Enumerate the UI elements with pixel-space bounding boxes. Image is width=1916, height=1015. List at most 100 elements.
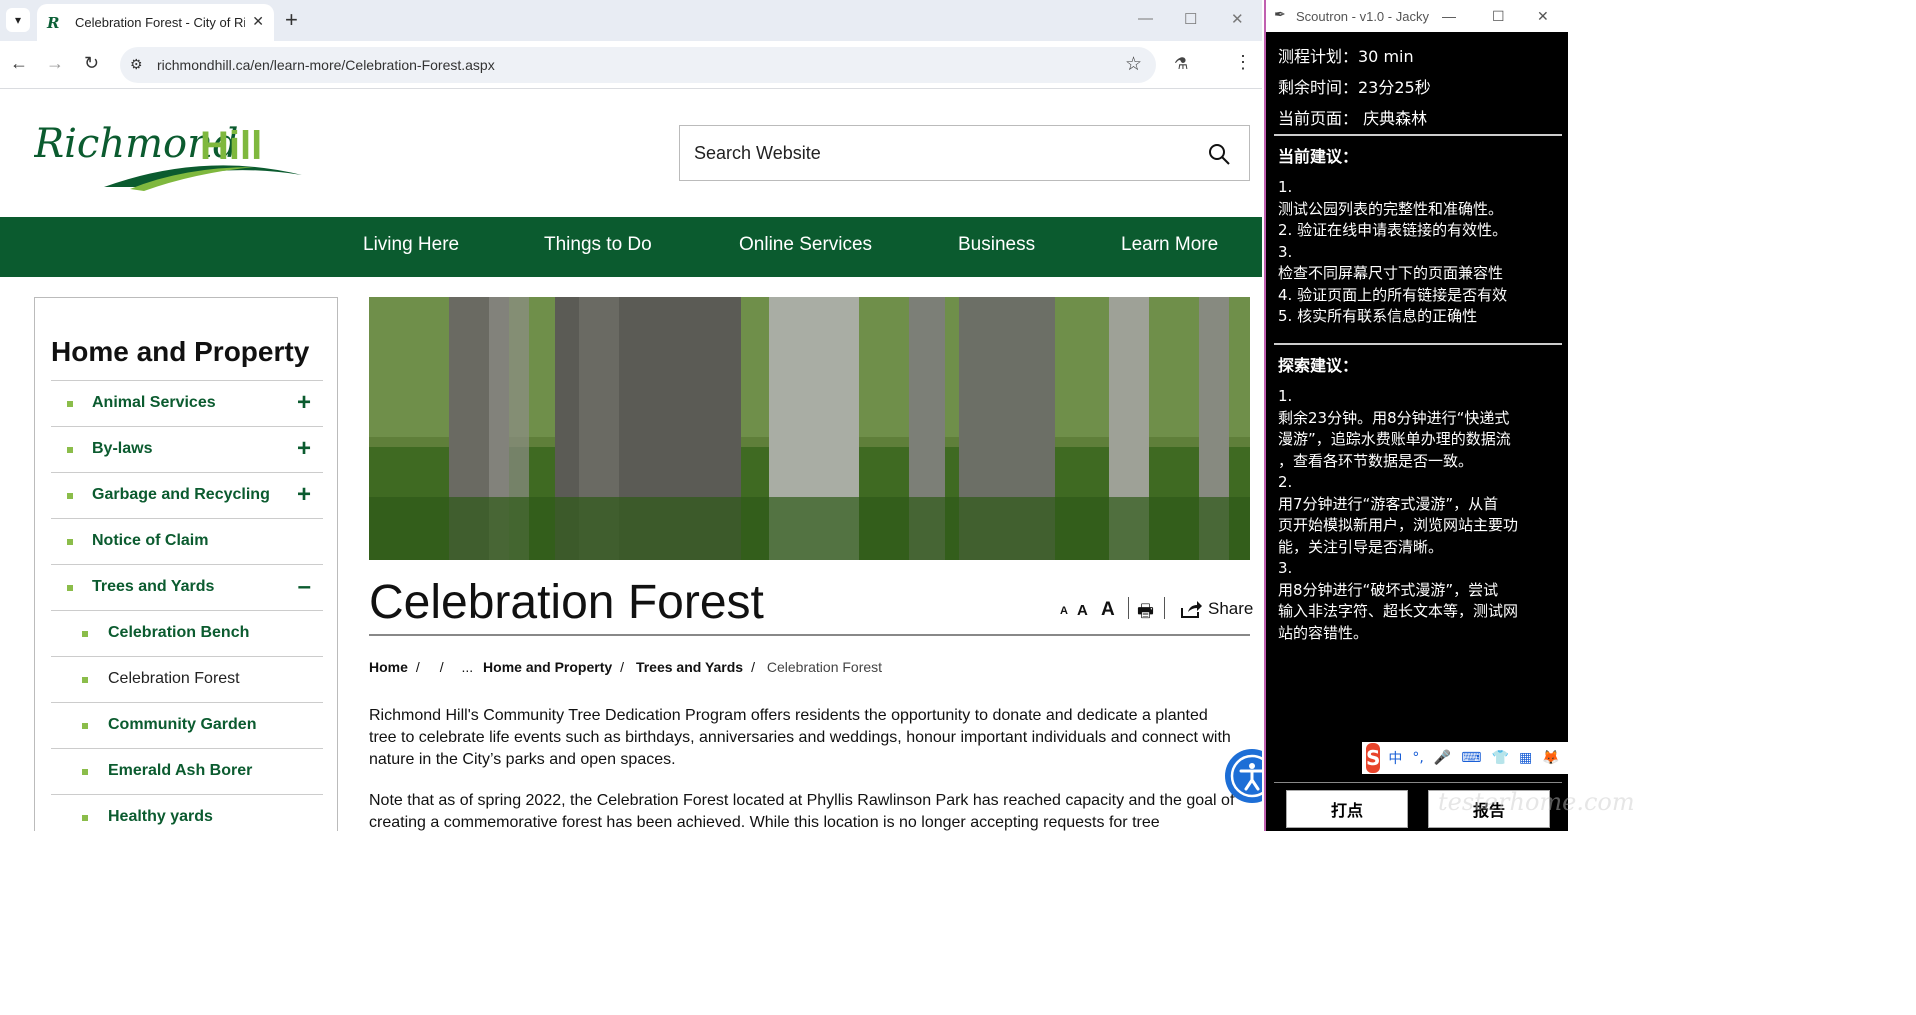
sogou-logo-icon[interactable]: S	[1366, 743, 1381, 773]
suggestion-line: 3.	[1278, 242, 1293, 261]
close-tab-icon[interactable]: ✕	[252, 13, 264, 30]
feather-icon: ✒	[1274, 6, 1286, 22]
forward-icon[interactable]: →	[46, 53, 64, 74]
sidebar-subitem-label[interactable]: Emerald Ash Borer	[108, 762, 252, 780]
maximize-button[interactable]: ☐	[1184, 10, 1197, 28]
sidebar-item-label[interactable]: Trees and Yards	[92, 578, 214, 596]
suggestion-line: 4. 验证页面上的所有链接是否有效	[1278, 285, 1508, 304]
nav-things-to-do[interactable]: Things to Do	[544, 234, 652, 256]
minimize-button[interactable]: —	[1138, 10, 1153, 27]
expand-icon[interactable]: +	[297, 481, 311, 509]
sidebar-subitem-label[interactable]: Community Garden	[108, 716, 256, 734]
nav-living-here[interactable]: Living Here	[363, 234, 459, 256]
test-plan: 测程计划：30 min	[1278, 47, 1414, 66]
nav-online-services[interactable]: Online Services	[739, 234, 872, 256]
breadcrumb-home[interactable]: Home	[369, 659, 408, 675]
keyboard-icon[interactable]: ⌨	[1461, 750, 1481, 766]
bullet	[67, 585, 73, 591]
sidebar-item-trees-and-yards[interactable]: Trees and Yards –	[51, 564, 323, 610]
bookmark-star-icon[interactable]: ☆	[1125, 53, 1142, 76]
breadcrumb-home-and-property[interactable]: Home and Property	[483, 659, 612, 675]
expand-icon[interactable]: +	[297, 435, 311, 463]
mascot-icon[interactable]: 🦊	[1542, 750, 1559, 766]
bullet	[67, 447, 73, 453]
collapse-icon[interactable]: –	[298, 573, 311, 601]
sidebar-item-animal-services[interactable]: Animal Services +	[51, 380, 323, 426]
sidebar-subitem-label-current[interactable]: Celebration Forest	[108, 670, 240, 688]
close-window-button[interactable]: ✕	[1231, 10, 1244, 28]
sidebar-item-label[interactable]: Garbage and Recycling	[92, 486, 270, 504]
text-size-small-button[interactable]: A	[1060, 605, 1068, 617]
text-size-large-button[interactable]: A	[1101, 599, 1115, 621]
grid-icon[interactable]: ▦	[1519, 750, 1532, 766]
print-icon[interactable]: 🖶	[1137, 599, 1154, 629]
active-tab[interactable]: R Celebration Forest - City of Richmond …	[37, 4, 274, 41]
explore-line: 3.	[1278, 559, 1293, 577]
bullet	[82, 677, 88, 683]
microphone-icon[interactable]: 🎤	[1434, 750, 1451, 766]
reload-icon[interactable]: ↻	[84, 53, 99, 74]
address-bar[interactable]: ⚙ richmondhill.ca/en/learn-more/Celebrat…	[120, 47, 1156, 83]
explore-line: 用8分钟进行“破坏式漫游”，尝试	[1278, 580, 1499, 599]
sidebar-item-label[interactable]: Animal Services	[92, 394, 216, 412]
remaining-time: 剩余时间：23分25秒	[1278, 78, 1431, 97]
richmond-hill-logo[interactable]: Richmond Hill	[33, 111, 304, 191]
divider	[1164, 597, 1165, 619]
suggestion-line: 1.	[1278, 178, 1293, 196]
scoutron-panel: ✒ Scoutron - v1.0 - Jacky — ☐ ✕ 测程计划：30 …	[1264, 0, 1568, 831]
divider	[1274, 134, 1562, 136]
bullet	[67, 401, 73, 407]
back-icon[interactable]: ←	[10, 53, 28, 74]
share-button[interactable]: Share	[1180, 599, 1253, 619]
explore-line: 2.	[1278, 473, 1293, 491]
ime-punctuation-icon[interactable]: °,	[1412, 750, 1423, 766]
mark-button[interactable]: 打点	[1286, 790, 1408, 828]
menu-kebab-icon[interactable]: ⋮	[1234, 52, 1252, 73]
ime-chinese-mode[interactable]: 中	[1388, 748, 1402, 768]
address-toolbar: ← → ↻ ⚙ richmondhill.ca/en/learn-more/Ce…	[0, 41, 1262, 89]
sidebar-subitem-celebration-forest[interactable]: Celebration Forest	[51, 656, 323, 702]
explore-suggestions-heading: 探索建议：	[1278, 356, 1359, 375]
text-size-medium-button[interactable]: A	[1077, 602, 1088, 619]
suggestion-line: 2. 验证在线申请表链接的有效性。	[1278, 221, 1508, 239]
nav-business[interactable]: Business	[958, 234, 1035, 256]
bullet	[67, 493, 73, 499]
sidebar-subitem-celebration-bench[interactable]: Celebration Bench	[51, 610, 323, 656]
divider	[1274, 782, 1562, 783]
scoutron-maximize-button[interactable]: ☐	[1492, 8, 1505, 25]
search-input[interactable]: Search Website	[679, 125, 1250, 181]
new-tab-button[interactable]: +	[285, 7, 298, 33]
sidebar-subitem-community-garden[interactable]: Community Garden	[51, 702, 323, 748]
browser-window: ▾ R Celebration Forest - City of Richmon…	[0, 0, 1262, 831]
sidebar-item-label[interactable]: Notice of Claim	[92, 532, 208, 550]
url-text[interactable]: richmondhill.ca/en/learn-more/Celebratio…	[157, 57, 495, 73]
scoutron-close-button[interactable]: ✕	[1537, 8, 1549, 25]
scoutron-minimize-button[interactable]: —	[1442, 8, 1456, 24]
search-placeholder: Search Website	[694, 143, 821, 163]
suggestion-line: 测试公园列表的完整性和准确性。	[1278, 199, 1504, 218]
sidebar-subitem-emerald-ash-borer[interactable]: Emerald Ash Borer	[51, 748, 323, 794]
site-info-icon[interactable]: ⚙	[130, 56, 143, 73]
skin-icon[interactable]: 👕	[1492, 750, 1509, 766]
bullet	[67, 539, 73, 545]
tab-search-button[interactable]: ▾	[6, 8, 30, 32]
breadcrumb-ellipsis[interactable]: ...	[461, 659, 473, 675]
sidebar-subitem-label[interactable]: Celebration Bench	[108, 624, 249, 642]
search-icon[interactable]	[1207, 142, 1231, 166]
breadcrumb-current: Celebration Forest	[766, 659, 883, 675]
sidebar-item-notice-of-claim[interactable]: Notice of Claim	[51, 518, 323, 564]
nav-learn-more[interactable]: Learn More	[1121, 234, 1218, 256]
sidebar-item-garbage-recycling[interactable]: Garbage and Recycling +	[51, 472, 323, 518]
explore-line: 用7分钟进行“游客式漫游”，从首	[1278, 494, 1499, 513]
breadcrumb-trees-and-yards[interactable]: Trees and Yards	[636, 659, 743, 675]
accessibility-button[interactable]	[1225, 749, 1262, 803]
sidebar-item-label[interactable]: By-laws	[92, 440, 152, 458]
sidebar-item-by-laws[interactable]: By-laws +	[51, 426, 323, 472]
expand-icon[interactable]: +	[297, 389, 311, 417]
suggestion-line: 检查不同屏幕尺寸下的页面兼容性	[1278, 264, 1504, 282]
explore-line: 漫游”，追踪水费账单办理的数据流	[1278, 430, 1511, 448]
main-navigation: Living Here Things to Do Online Services…	[0, 217, 1262, 277]
sidebar-subitem-label[interactable]: Healthy yards	[108, 808, 213, 826]
sidebar-subitem-healthy-yards[interactable]: Healthy yards	[51, 794, 323, 831]
labs-flask-icon[interactable]: ⚗	[1174, 54, 1188, 74]
